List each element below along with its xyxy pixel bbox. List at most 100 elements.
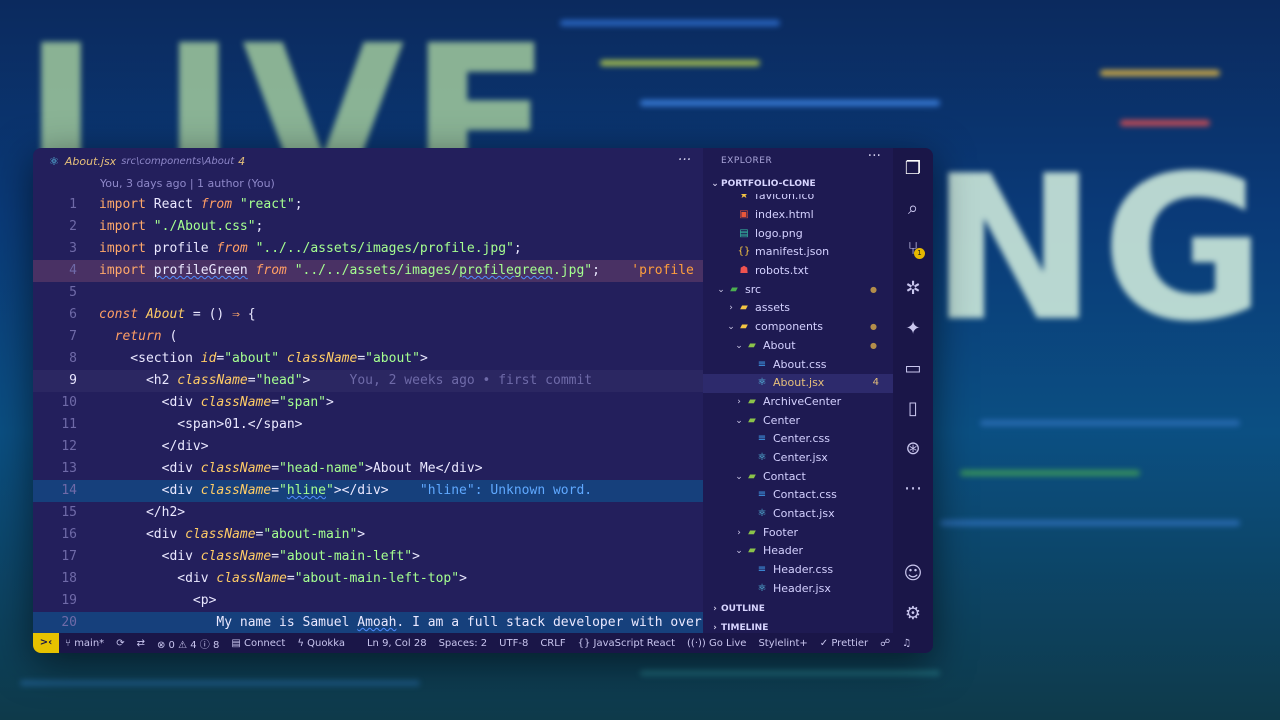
tree-item-header-jsx[interactable]: ⚛ Header.jsx <box>703 580 893 599</box>
problem-badge: 4 <box>872 377 879 389</box>
codelens-blame[interactable]: You, 3 days ago | 1 author (You) <box>33 174 703 194</box>
line-text: <div className="head-name">About Me</div… <box>99 461 483 476</box>
tree-folder-components[interactable]: ⌄ ▰ components ● <box>703 318 893 337</box>
tree-item-contact-css[interactable]: ≡ Contact.css <box>703 486 893 505</box>
feedback-icon[interactable]: ☍ <box>874 638 896 649</box>
line-number: 7 <box>69 329 77 344</box>
tree-item-label: src <box>745 282 762 296</box>
prettier-indicator[interactable]: ✓ Prettier <box>814 638 874 649</box>
project-root[interactable]: ⌄ PORTFOLIO-CLONE <box>703 174 893 194</box>
react-icon: ⚛ <box>49 154 59 168</box>
more-icon[interactable]: ⋯ <box>893 468 933 508</box>
vscode-window: ⚛ About.jsx src\components\About 4 ··· Y… <box>33 148 933 653</box>
account-icon[interactable]: ☺ <box>893 553 933 593</box>
chevron-down-icon: ⌄ <box>735 340 743 351</box>
tree-item-header-css[interactable]: ≡ Header.css <box>703 561 893 580</box>
git-graph-icon[interactable]: ⊛ <box>893 428 933 468</box>
tree-folder-assets[interactable]: › ▰ assets <box>703 299 893 318</box>
language-mode[interactable]: {} JavaScript React <box>572 638 681 649</box>
chevron-right-icon: › <box>737 527 741 538</box>
tree-folder-archivecenter[interactable]: › ▰ ArchiveCenter <box>703 393 893 412</box>
connect-button[interactable]: ▤ Connect <box>225 638 291 649</box>
indentation[interactable]: Spaces: 2 <box>433 638 494 649</box>
encoding[interactable]: UTF-8 <box>493 638 534 649</box>
line-number: 9 <box>69 373 77 388</box>
cursor-position[interactable]: Ln 9, Col 28 <box>361 638 433 649</box>
line-text: </div> <box>99 439 209 454</box>
tree-item-favicon[interactable]: ★ favicon.ico <box>703 194 893 206</box>
search-icon[interactable]: ⌕ <box>893 188 933 228</box>
line-number: 17 <box>61 549 77 564</box>
check-icon: ✓ <box>819 637 832 649</box>
tree-item-about-css[interactable]: ≡ About.css <box>703 356 893 375</box>
code-line: 17 <div className="about-main-left"> <box>33 546 703 568</box>
star-icon: ★ <box>739 194 749 202</box>
react-icon: ⚛ <box>757 377 767 389</box>
editor-pane: ⚛ About.jsx src\components\About 4 ··· Y… <box>33 148 703 634</box>
extensions-icon[interactable]: ✦ <box>893 308 933 348</box>
chevron-down-icon: ⌄ <box>735 471 743 482</box>
tab-filename: About.jsx <box>64 154 117 168</box>
tree-item-robots[interactable]: ☗ robots.txt <box>703 262 893 281</box>
tree-item-center-jsx[interactable]: ⚛ Center.jsx <box>703 449 893 468</box>
go-live-button[interactable]: ((·)) Go Live <box>681 638 752 649</box>
debug-icon[interactable]: ✲ <box>893 268 933 308</box>
outline-section[interactable]: › OUTLINE <box>703 600 893 619</box>
quokka-button[interactable]: ϟ Quokka <box>291 638 351 649</box>
tree-item-about-jsx[interactable]: ⚛ About.jsx 4 <box>703 374 893 393</box>
tree-item-index-html[interactable]: ▣ index.html <box>703 206 893 225</box>
code-line: 19 <p> <box>33 590 703 612</box>
sync-icon[interactable]: ⟳ <box>110 638 130 649</box>
line-number: 12 <box>61 439 77 454</box>
explorer-more-icon[interactable]: ··· <box>868 148 881 164</box>
code-line: 20 My name is Samuel Amoah. I am a full … <box>33 612 703 634</box>
code-line: 1 import React from "react"; <box>33 194 703 216</box>
editor-more-actions-icon[interactable]: ··· <box>678 152 691 168</box>
css-icon: ≡ <box>757 358 767 370</box>
code-line: 5 <box>33 282 703 304</box>
gear-icon[interactable]: ⚙ <box>893 593 933 633</box>
problems-indicator[interactable]: ⊗ 0 ⚠ 4 ⓘ 8 <box>151 636 225 651</box>
bg-code-line <box>960 470 1140 476</box>
inline-diagnostic: 'profile <box>631 263 694 278</box>
line-text: <div className="about-main-left-top"> <box>99 571 467 586</box>
line-number: 4 <box>69 263 77 278</box>
files-icon[interactable]: ❐ <box>893 148 933 188</box>
branch-indicator[interactable]: ⑂ main* <box>59 638 110 649</box>
css-icon: ≡ <box>757 564 767 576</box>
json-icon: {} <box>737 246 751 258</box>
file-tree: ★ favicon.ico ▣ index.html ▤ logo.png {} man… <box>703 194 893 598</box>
bookmark-icon[interactable]: ▯ <box>893 388 933 428</box>
code-area[interactable]: 1 import React from "react"; 2 import "./A… <box>33 194 703 634</box>
tree-item-logo[interactable]: ▤ logo.png <box>703 225 893 244</box>
bg-code-line <box>600 60 760 66</box>
stylelint-indicator[interactable]: Stylelint+ <box>752 638 813 649</box>
go-live-label: Go Live <box>708 637 747 649</box>
editor-tab[interactable]: ⚛ About.jsx src\components\About 4 ··· <box>33 148 703 174</box>
tree-folder-footer[interactable]: › ▰ Footer <box>703 524 893 543</box>
tree-item-manifest[interactable]: {} manifest.json <box>703 243 893 262</box>
remote-indicator[interactable]: >‹ <box>33 633 59 653</box>
bg-code-line <box>640 100 940 106</box>
git-compare-icon[interactable]: ⇄ <box>131 638 151 649</box>
source-control-icon[interactable]: ⑂ 1 <box>893 228 933 268</box>
line-text: <p> <box>99 593 217 608</box>
line-text: </h2> <box>99 505 186 520</box>
line-number: 20 <box>61 615 77 630</box>
css-icon: ≡ <box>757 489 767 501</box>
line-text: import profile from "../../assets/images… <box>99 241 522 256</box>
tree-folder-contact[interactable]: ⌄ ▰ Contact <box>703 468 893 487</box>
tree-folder-header[interactable]: ⌄ ▰ Header <box>703 542 893 561</box>
tree-item-contact-jsx[interactable]: ⚛ Contact.jsx <box>703 505 893 524</box>
remote-explorer-icon[interactable]: ▭ <box>893 348 933 388</box>
modified-dot: ● <box>870 340 877 350</box>
errors-count: ⊗ 0 <box>156 639 175 651</box>
tree-folder-center[interactable]: ⌄ ▰ Center <box>703 412 893 431</box>
tree-folder-about[interactable]: ⌄ ▰ About ● <box>703 337 893 356</box>
tree-folder-src[interactable]: ⌄ ▰ src ● <box>703 281 893 300</box>
line-ending[interactable]: CRLF <box>534 638 571 649</box>
tree-item-center-css[interactable]: ≡ Center.css <box>703 430 893 449</box>
bell-icon[interactable]: ♫ <box>896 638 917 649</box>
chevron-down-icon: ⌄ <box>717 284 725 295</box>
scm-badge: 1 <box>914 248 925 259</box>
